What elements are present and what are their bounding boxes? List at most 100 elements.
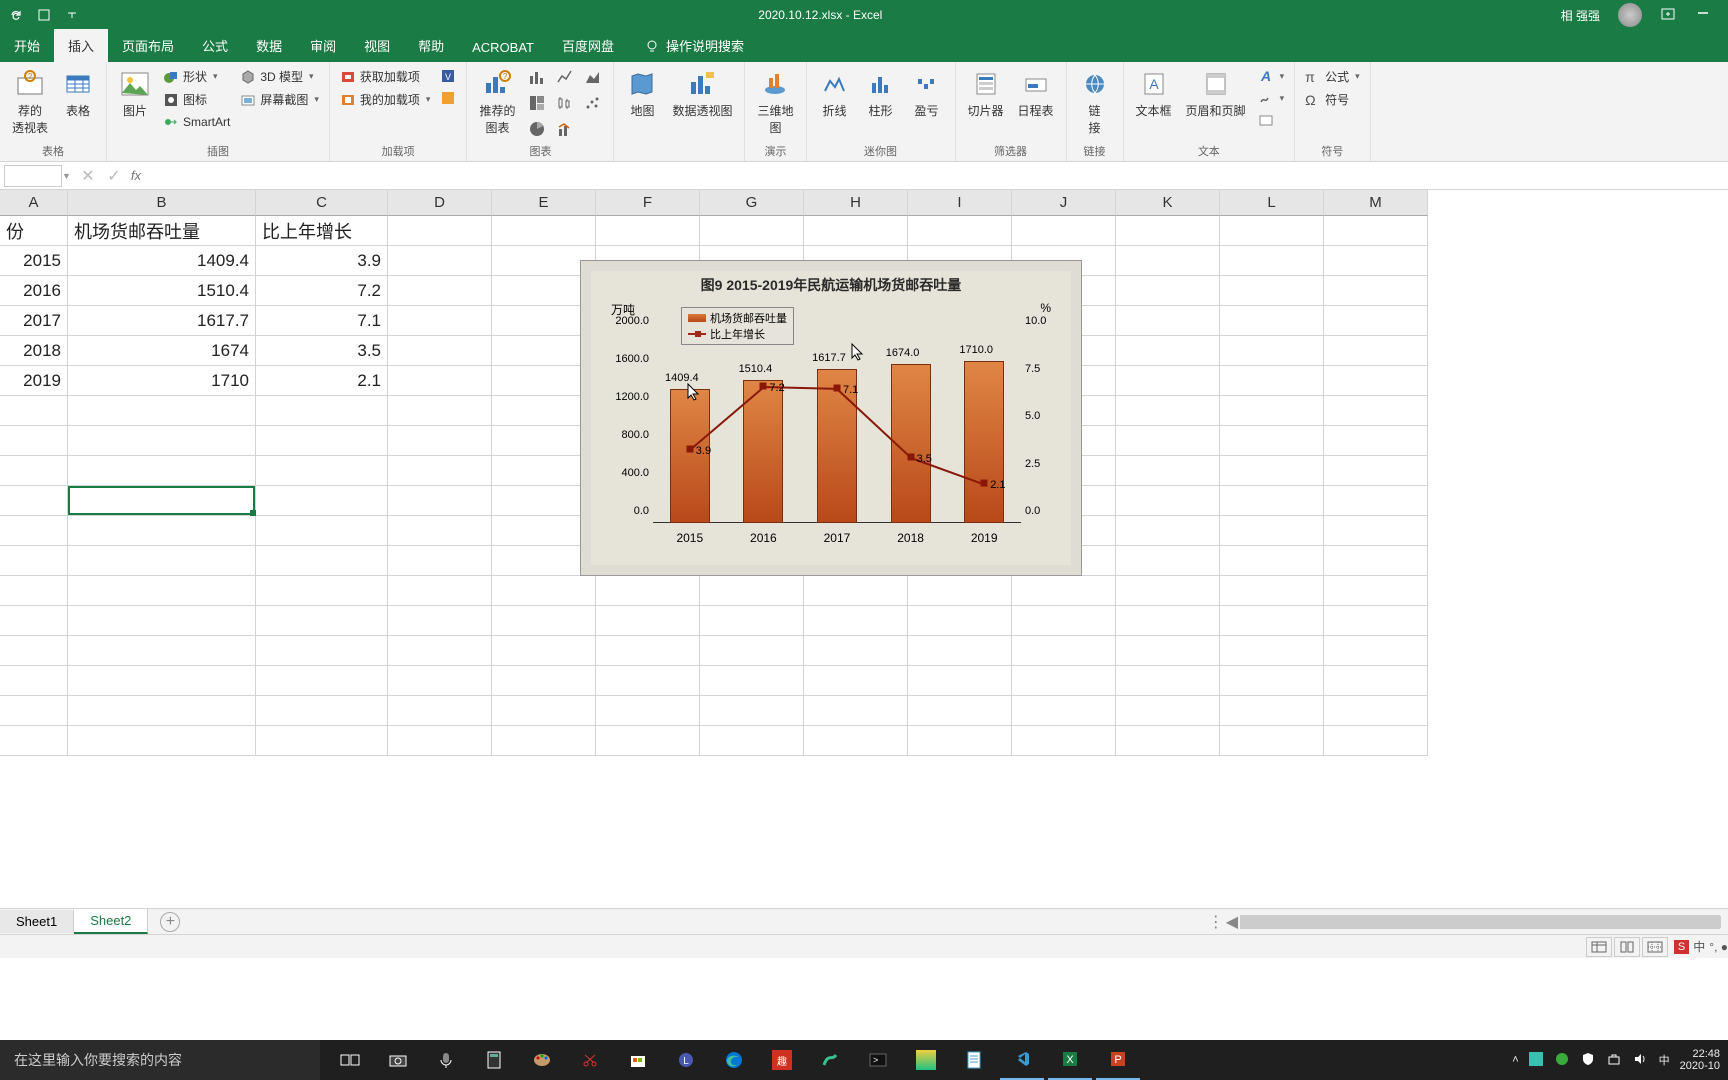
cell[interactable] <box>388 486 492 516</box>
ime-lang[interactable]: 中 <box>1693 938 1705 955</box>
cell[interactable] <box>1116 366 1220 396</box>
ribbon-options-icon[interactable] <box>1660 6 1678 24</box>
cell[interactable] <box>1220 456 1324 486</box>
cell[interactable] <box>908 666 1012 696</box>
cell[interactable]: 2015 <box>0 246 68 276</box>
btn-sparkline-column[interactable]: 柱形 <box>861 66 901 121</box>
cell[interactable] <box>1324 276 1428 306</box>
cell[interactable] <box>256 576 388 606</box>
cell[interactable] <box>1012 666 1116 696</box>
cell[interactable] <box>1324 636 1428 666</box>
cell[interactable] <box>1220 636 1324 666</box>
cell[interactable] <box>68 486 256 516</box>
cell[interactable] <box>492 726 596 756</box>
new-sheet-button[interactable]: + <box>160 912 180 932</box>
sheet-tab-2[interactable]: Sheet2 <box>74 909 148 934</box>
btn-shapes[interactable]: 形状▾ <box>161 66 232 87</box>
btn-object[interactable] <box>1256 110 1287 130</box>
btn-pictures[interactable]: 图片 <box>115 66 155 121</box>
btn-pivot-recommended[interactable]: ?荐的 透视表 <box>8 66 52 138</box>
tab-review[interactable]: 审阅 <box>296 29 350 62</box>
cell[interactable] <box>388 516 492 546</box>
tab-home[interactable]: 开始 <box>0 29 54 62</box>
column-header[interactable]: C <box>256 190 388 216</box>
cell[interactable] <box>388 246 492 276</box>
tab-baidu[interactable]: 百度网盘 <box>548 29 628 62</box>
cell[interactable] <box>1012 576 1116 606</box>
cell[interactable] <box>1116 546 1220 576</box>
cell[interactable]: 2.1 <box>256 366 388 396</box>
column-header[interactable]: D <box>388 190 492 216</box>
tab-data[interactable]: 数据 <box>242 29 296 62</box>
column-header[interactable]: M <box>1324 190 1428 216</box>
excel-icon[interactable]: X <box>1048 1040 1092 1080</box>
column-header[interactable]: L <box>1220 190 1324 216</box>
cell[interactable] <box>1220 276 1324 306</box>
cell[interactable] <box>492 666 596 696</box>
cell[interactable] <box>0 696 68 726</box>
column-header[interactable]: E <box>492 190 596 216</box>
cell[interactable] <box>1324 726 1428 756</box>
cell[interactable] <box>256 456 388 486</box>
spreadsheet-grid[interactable]: ABCDEFGHIJKLM 份机场货邮吞吐量比上年增长20151409.43.9… <box>0 190 1728 908</box>
cell[interactable] <box>1324 366 1428 396</box>
cell[interactable] <box>1012 636 1116 666</box>
cell[interactable] <box>1220 366 1324 396</box>
btn-maps[interactable]: 地图 <box>622 66 662 121</box>
cell[interactable] <box>68 726 256 756</box>
cell[interactable] <box>700 636 804 666</box>
cell[interactable] <box>68 606 256 636</box>
edge-icon[interactable] <box>712 1040 756 1080</box>
cell[interactable] <box>1220 576 1324 606</box>
cell[interactable] <box>1220 666 1324 696</box>
view-page-layout-icon[interactable] <box>1614 937 1640 957</box>
cell[interactable] <box>388 636 492 666</box>
cell[interactable] <box>908 576 1012 606</box>
tab-help[interactable]: 帮助 <box>404 29 458 62</box>
cell[interactable] <box>1324 696 1428 726</box>
cell[interactable] <box>596 666 700 696</box>
cell[interactable] <box>1116 276 1220 306</box>
cell[interactable] <box>908 726 1012 756</box>
teams-icon[interactable]: L <box>664 1040 708 1080</box>
cell[interactable]: 1409.4 <box>68 246 256 276</box>
cell[interactable] <box>388 726 492 756</box>
cell[interactable] <box>388 216 492 246</box>
cell[interactable]: 比上年增长 <box>256 216 388 246</box>
powerpoint-icon[interactable]: P <box>1096 1040 1140 1080</box>
cell[interactable] <box>0 576 68 606</box>
ime-indicator[interactable]: S <box>1674 940 1689 954</box>
tray-chevron-icon[interactable]: ˄ <box>1512 1054 1518 1066</box>
btn-screenshot[interactable]: 屏幕截图▾ <box>238 89 321 110</box>
cell[interactable] <box>1116 606 1220 636</box>
btn-textbox[interactable]: A文本框 <box>1132 66 1176 121</box>
tab-formulas[interactable]: 公式 <box>188 29 242 62</box>
formula-input[interactable] <box>149 165 1728 187</box>
cell[interactable] <box>68 696 256 726</box>
cell[interactable] <box>804 606 908 636</box>
cell[interactable] <box>1324 396 1428 426</box>
calculator-icon[interactable] <box>472 1040 516 1080</box>
cell[interactable] <box>1324 606 1428 636</box>
security-icon[interactable] <box>1581 1052 1597 1068</box>
cell[interactable] <box>0 396 68 426</box>
cell[interactable] <box>1324 216 1428 246</box>
minimize-icon[interactable] <box>1696 6 1714 24</box>
cell[interactable]: 1510.4 <box>68 276 256 306</box>
tab-view[interactable]: 视图 <box>350 29 404 62</box>
btn-wordart[interactable]: A▾ <box>1256 66 1287 86</box>
column-header[interactable]: G <box>700 190 804 216</box>
tab-layout[interactable]: 页面布局 <box>108 29 188 62</box>
cell[interactable] <box>68 666 256 696</box>
cell[interactable] <box>1220 336 1324 366</box>
cell[interactable] <box>68 456 256 486</box>
cell[interactable] <box>804 216 908 246</box>
cell[interactable] <box>68 396 256 426</box>
cell[interactable] <box>804 726 908 756</box>
scroll-left-icon[interactable]: ◀ <box>1226 912 1238 932</box>
user-avatar[interactable] <box>1618 3 1642 27</box>
cell[interactable] <box>388 606 492 636</box>
cell[interactable] <box>1220 306 1324 336</box>
btn-sparkline-winloss[interactable]: 盈亏 <box>907 66 947 121</box>
btn-recommended-charts[interactable]: ?推荐的 图表 <box>475 66 519 138</box>
